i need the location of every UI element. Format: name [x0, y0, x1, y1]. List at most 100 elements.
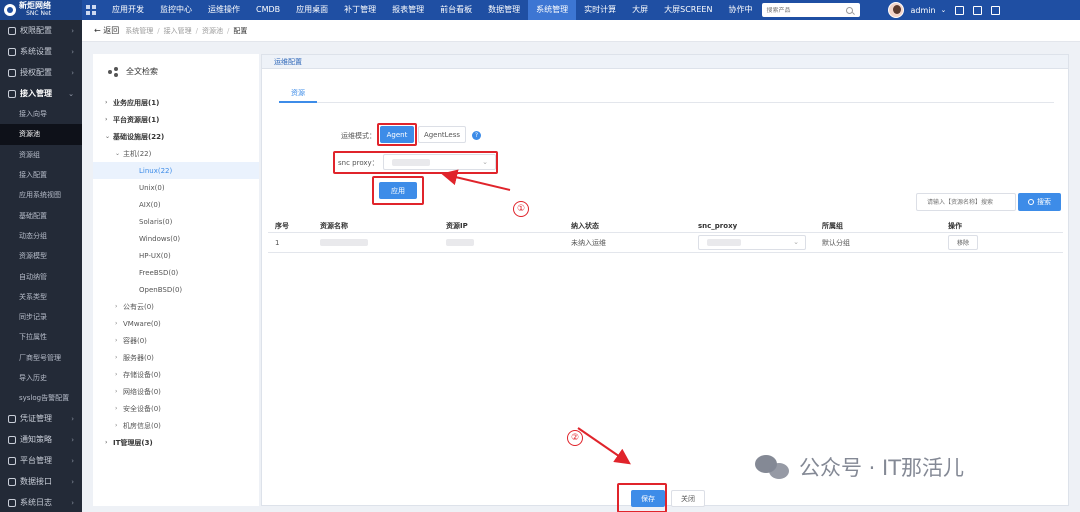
chevron-right-icon[interactable]: ›: [115, 422, 123, 429]
resource-search-input[interactable]: [916, 193, 1016, 211]
search-button[interactable]: 搜索: [1018, 193, 1061, 211]
tree-node[interactable]: AIX(0): [93, 196, 259, 213]
sidebar-subitem[interactable]: 自动纳管: [0, 266, 82, 286]
tree-node[interactable]: › 安全设备(0): [93, 400, 259, 417]
tree-node[interactable]: FreeBSD(0): [93, 264, 259, 281]
nav-item-4[interactable]: 应用桌面: [288, 0, 336, 20]
row-proxy-select[interactable]: ⌄: [698, 235, 806, 250]
tree-node[interactable]: › 容器(0): [93, 332, 259, 349]
sidebar-subitem[interactable]: 关系类型: [0, 287, 82, 307]
fullscreen-icon[interactable]: [973, 5, 983, 15]
tree-node[interactable]: ⌄ 基础设施层(22): [93, 128, 259, 145]
sidebar-subitem[interactable]: 资源池: [0, 124, 82, 145]
sidebar-subitem[interactable]: 下拉属性: [0, 327, 82, 347]
tree-node[interactable]: Unix(0): [93, 179, 259, 196]
tree-node[interactable]: Solaris(0): [93, 213, 259, 230]
save-button[interactable]: 保存: [631, 490, 665, 507]
avatar[interactable]: [888, 2, 905, 18]
back-link[interactable]: ← 返回: [94, 25, 119, 36]
tree-node[interactable]: Linux(22): [93, 162, 259, 179]
sidebar-item[interactable]: 系统设置 ›: [0, 41, 82, 62]
breadcrumb-item[interactable]: 系统管理: [125, 26, 153, 36]
nav-item-3[interactable]: CMDB: [248, 0, 288, 20]
chevron-right-icon[interactable]: ›: [105, 99, 113, 106]
chevron-right-icon[interactable]: ›: [115, 303, 123, 310]
sidebar-subitem[interactable]: 应用系统视图: [0, 185, 82, 205]
sidebar-item[interactable]: 通知策略 ›: [0, 429, 82, 450]
top-search[interactable]: [762, 3, 861, 17]
tree-node[interactable]: › 机房信息(0): [93, 417, 259, 434]
breadcrumb-item[interactable]: 资源池: [202, 26, 223, 36]
nav-item-11[interactable]: 大屏: [624, 0, 656, 20]
tree-node[interactable]: › 公有云(0): [93, 298, 259, 315]
sidebar-subitem[interactable]: 资源组: [0, 145, 82, 165]
sidebar-item[interactable]: 凭证管理 ›: [0, 408, 82, 429]
nav-item-2[interactable]: 运维操作: [200, 0, 248, 20]
search-icon[interactable]: [846, 6, 854, 14]
sidebar-item[interactable]: 接入管理 ⌄: [0, 83, 82, 104]
sidebar-subitem[interactable]: 基础配置: [0, 205, 82, 225]
sidebar-subitem[interactable]: syslog告警配置: [0, 388, 82, 408]
chevron-right-icon[interactable]: ›: [115, 371, 123, 378]
tree-node[interactable]: › IT管理层(3): [93, 434, 259, 451]
tree-node[interactable]: › 网络设备(0): [93, 383, 259, 400]
help-icon[interactable]: ?: [472, 131, 481, 140]
tree-title[interactable]: 全文检索: [108, 66, 158, 77]
sidebar-subitem[interactable]: 接入配置: [0, 165, 82, 185]
sidebar-subitem[interactable]: 同步记录: [0, 307, 82, 327]
chevron-down-icon[interactable]: ⌄: [115, 150, 123, 157]
nav-item-8[interactable]: 数据管理: [480, 0, 528, 20]
tree-node[interactable]: HP-UX(0): [93, 247, 259, 264]
tree-node[interactable]: ⌄ 主机(22): [93, 145, 259, 162]
tab-resources[interactable]: 资源: [279, 84, 317, 103]
sidebar-subitem[interactable]: 接入向导: [0, 104, 82, 124]
sidebar-item[interactable]: 平台管理 ›: [0, 450, 82, 471]
sidebar-item[interactable]: 权限配置 ›: [0, 20, 82, 41]
nav-item-0[interactable]: 应用开发: [104, 0, 152, 20]
chevron-down-icon[interactable]: ⌄: [941, 6, 947, 14]
chevron-right-icon[interactable]: ›: [115, 388, 123, 395]
top-search-input[interactable]: [766, 6, 847, 14]
logout-icon[interactable]: [991, 5, 1001, 15]
nav-item-12[interactable]: 大屏SCREEN: [656, 0, 720, 20]
sidebar-subitem[interactable]: 厂商型号管理: [0, 348, 82, 368]
close-button[interactable]: 关闭: [671, 490, 705, 507]
export-icon[interactable]: [955, 5, 965, 15]
tree-node[interactable]: › 平台资源层(1): [93, 111, 259, 128]
mode-agentless-button[interactable]: AgentLess: [418, 126, 466, 143]
chevron-right-icon[interactable]: ›: [115, 337, 123, 344]
chevron-right-icon[interactable]: ›: [105, 116, 113, 123]
chevron-right-icon[interactable]: ›: [105, 439, 113, 446]
remove-button[interactable]: 移除: [948, 235, 978, 250]
nav-item-6[interactable]: 报表管理: [384, 0, 432, 20]
tree-node[interactable]: › 存储设备(0): [93, 366, 259, 383]
chevron-right-icon[interactable]: ›: [115, 320, 123, 327]
sidebar-item[interactable]: 数据接口 ›: [0, 471, 82, 492]
nav-item-1[interactable]: 监控中心: [152, 0, 200, 20]
tree-node[interactable]: › 业务应用层(1): [93, 94, 259, 111]
chevron-right-icon[interactable]: ›: [115, 405, 123, 412]
nav-item-13[interactable]: 协作中: [720, 0, 760, 20]
nav-item-7[interactable]: 前台看板: [432, 0, 480, 20]
brand-logo[interactable]: 新炬网络 SNC Net: [0, 0, 82, 20]
apply-button[interactable]: 应用: [379, 182, 417, 199]
mode-agent-button[interactable]: Agent: [380, 126, 414, 143]
nav-item-9[interactable]: 系统管理: [528, 0, 577, 20]
sidebar-item[interactable]: 授权配置 ›: [0, 62, 82, 83]
tree-node[interactable]: › 服务器(0): [93, 349, 259, 366]
sidebar-subitem[interactable]: 资源模型: [0, 246, 82, 266]
sidebar-subitem[interactable]: 导入历史: [0, 368, 82, 388]
breadcrumb-item[interactable]: 接入管理: [164, 26, 192, 36]
app-grid-icon[interactable]: [86, 5, 96, 15]
tree-node[interactable]: OpenBSD(0): [93, 281, 259, 298]
nav-item-10[interactable]: 实时计算: [576, 0, 624, 20]
sidebar-item[interactable]: 系统日志 ›: [0, 492, 82, 512]
nav-item-5[interactable]: 补丁管理: [336, 0, 384, 20]
tree-node[interactable]: Windows(0): [93, 230, 259, 247]
proxy-select[interactable]: ⌄: [383, 154, 496, 170]
user-name[interactable]: admin: [910, 6, 935, 15]
chevron-down-icon[interactable]: ⌄: [105, 133, 113, 140]
sidebar-subitem[interactable]: 动态分组: [0, 226, 82, 246]
tree-node[interactable]: › VMware(0): [93, 315, 259, 332]
chevron-right-icon[interactable]: ›: [115, 354, 123, 361]
